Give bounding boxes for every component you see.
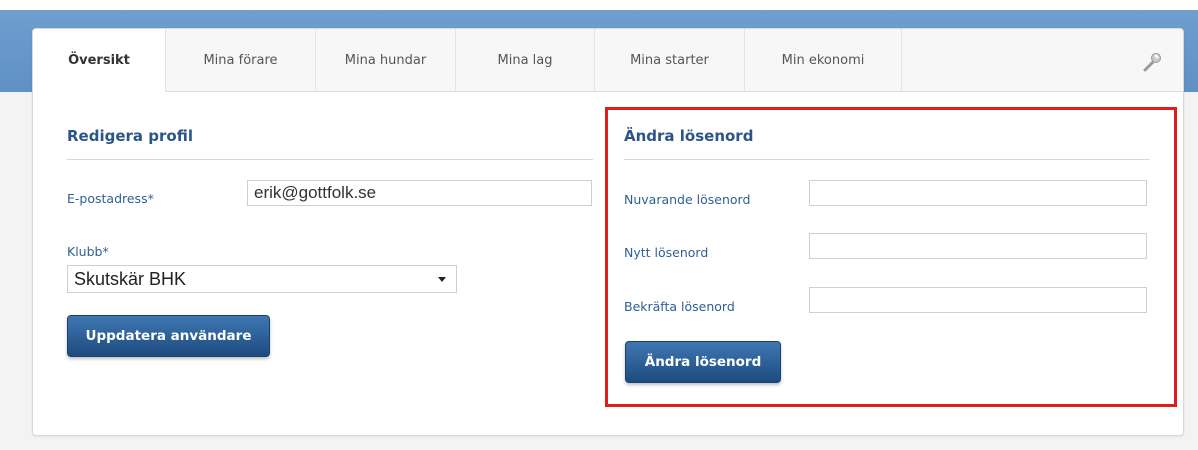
tab-label: Mina lag xyxy=(497,52,553,68)
email-label: E-postadress* xyxy=(67,191,154,206)
tab-label: Min ekonomi xyxy=(781,52,865,68)
tab-mina-starter[interactable]: Mina starter xyxy=(595,29,745,91)
tab-mina-lag[interactable]: Mina lag xyxy=(456,29,595,91)
highlight-frame xyxy=(605,107,1177,407)
tab-label: Mina förare xyxy=(203,52,278,68)
club-label: Klubb* xyxy=(67,244,109,259)
tab-mina-forare[interactable]: Mina förare xyxy=(166,29,316,91)
chevron-down-icon xyxy=(438,277,446,282)
tab-label: Översikt xyxy=(68,53,130,68)
tab-bar: Översikt Mina förare Mina hundar Mina la… xyxy=(33,29,1183,92)
club-selected-value: Skutskär BHK xyxy=(74,268,187,289)
tab-oversikt[interactable]: Översikt xyxy=(33,29,166,92)
tab-mina-hundar[interactable]: Mina hundar xyxy=(316,29,456,91)
profile-title: Redigera profil xyxy=(67,127,193,145)
wrench-icon[interactable] xyxy=(1141,51,1163,73)
tab-label: Mina hundar xyxy=(344,52,427,68)
update-user-button[interactable]: Uppdatera användare xyxy=(67,315,270,357)
profile-divider xyxy=(67,159,593,160)
account-panel: Översikt Mina förare Mina hundar Mina la… xyxy=(32,28,1184,436)
club-select[interactable]: Skutskär BHK xyxy=(67,265,457,293)
tab-label: Mina starter xyxy=(630,52,709,68)
tab-min-ekonomi[interactable]: Min ekonomi xyxy=(745,29,902,91)
email-field[interactable] xyxy=(247,180,592,206)
